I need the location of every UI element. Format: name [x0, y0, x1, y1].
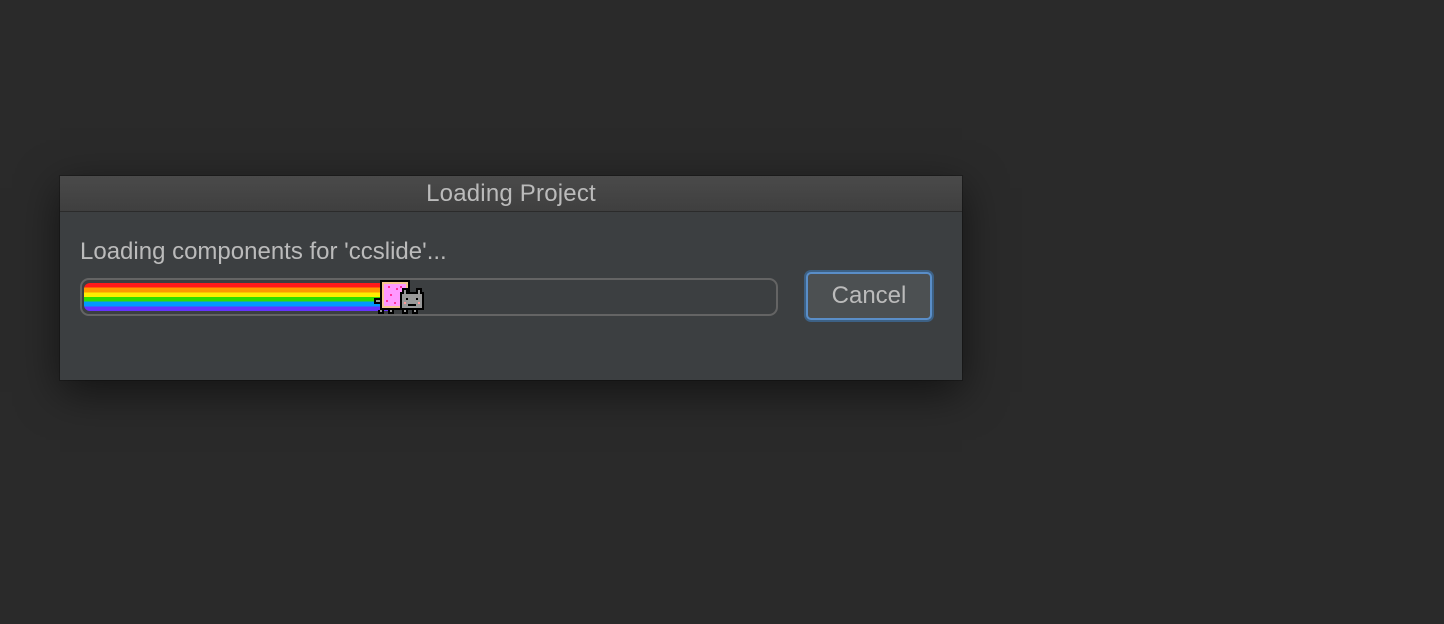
loading-message: Loading components for 'ccslide'...: [80, 238, 447, 265]
loading-project-dialog: Loading Project Loading components for '…: [60, 176, 962, 380]
desktop-background: Loading Project Loading components for '…: [0, 0, 1444, 624]
progress-bar: [80, 278, 778, 316]
dialog-title: Loading Project: [426, 179, 596, 207]
cancel-button[interactable]: Cancel: [806, 272, 932, 320]
progress-bar-fill: [84, 283, 388, 311]
nyan-cat-icon: [374, 280, 424, 314]
dialog-titlebar[interactable]: Loading Project: [60, 176, 962, 212]
